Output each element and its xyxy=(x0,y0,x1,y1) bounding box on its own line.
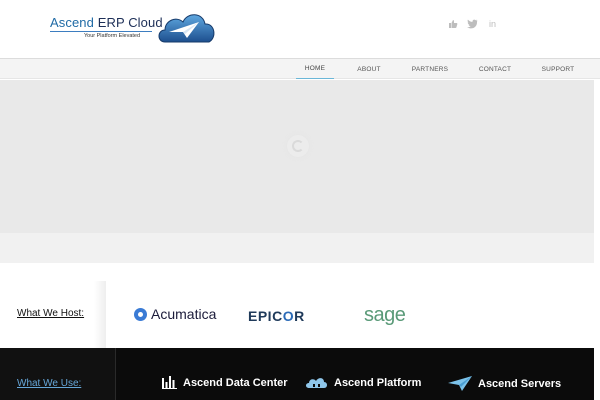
use-item-label: Ascend Platform xyxy=(334,376,422,389)
use-section: What We Use: Ascend Data Center Ascend P… xyxy=(0,348,594,400)
use-item-servers[interactable]: Ascend Servers xyxy=(448,376,561,391)
nav-home[interactable]: HOME xyxy=(296,59,334,79)
host-section: What We Host: Acumatica EPIC O R sage xyxy=(0,263,594,348)
cloud-plane-logo-icon xyxy=(158,14,215,43)
linkedin-icon[interactable]: in xyxy=(487,18,498,29)
epicor-logo[interactable]: EPIC O R xyxy=(248,308,305,324)
acumatica-logo[interactable]: Acumatica xyxy=(134,306,216,322)
use-item-label: Ascend Servers xyxy=(478,377,562,390)
paper-plane-icon xyxy=(448,376,472,391)
hero-bottom-band xyxy=(0,233,594,263)
sage-logo[interactable]: sage xyxy=(364,304,406,327)
nav-partners[interactable]: PARTNERS xyxy=(405,59,455,79)
use-section-label[interactable]: What We Use: xyxy=(17,378,81,389)
use-item-data-center[interactable]: Ascend Data Center xyxy=(162,376,288,389)
logo-subtitle: Your Platform Elevated xyxy=(84,33,141,39)
social-links: in xyxy=(447,18,498,29)
host-section-label: What We Host: xyxy=(17,308,85,319)
host-divider xyxy=(94,281,106,348)
logo-title: Ascend ERP Cloud xyxy=(50,15,163,30)
use-section-left-panel: What We Use: xyxy=(0,348,116,400)
loading-spinner-arc xyxy=(292,140,304,152)
nav-contact[interactable]: CONTACT xyxy=(472,59,518,79)
hero-slider xyxy=(0,80,594,233)
loading-spinner-icon xyxy=(287,135,309,157)
header: Ascend ERP Cloud Your Platform Elevated … xyxy=(0,0,600,58)
thumbs-up-icon[interactable] xyxy=(447,18,458,29)
main-nav: HOME ABOUT PARTNERS CONTACT SUPPORT xyxy=(0,58,600,79)
acumatica-mark-icon xyxy=(134,307,147,321)
bar-chart-icon xyxy=(162,376,177,389)
nav-support[interactable]: SUPPORT xyxy=(535,59,581,79)
nav-about[interactable]: ABOUT xyxy=(350,59,388,79)
use-item-platform[interactable]: Ascend Platform xyxy=(305,376,421,389)
twitter-icon[interactable] xyxy=(467,18,478,29)
cloud-icon xyxy=(305,376,328,389)
use-item-label: Ascend Data Center xyxy=(183,376,288,389)
logo-underline xyxy=(50,31,152,32)
